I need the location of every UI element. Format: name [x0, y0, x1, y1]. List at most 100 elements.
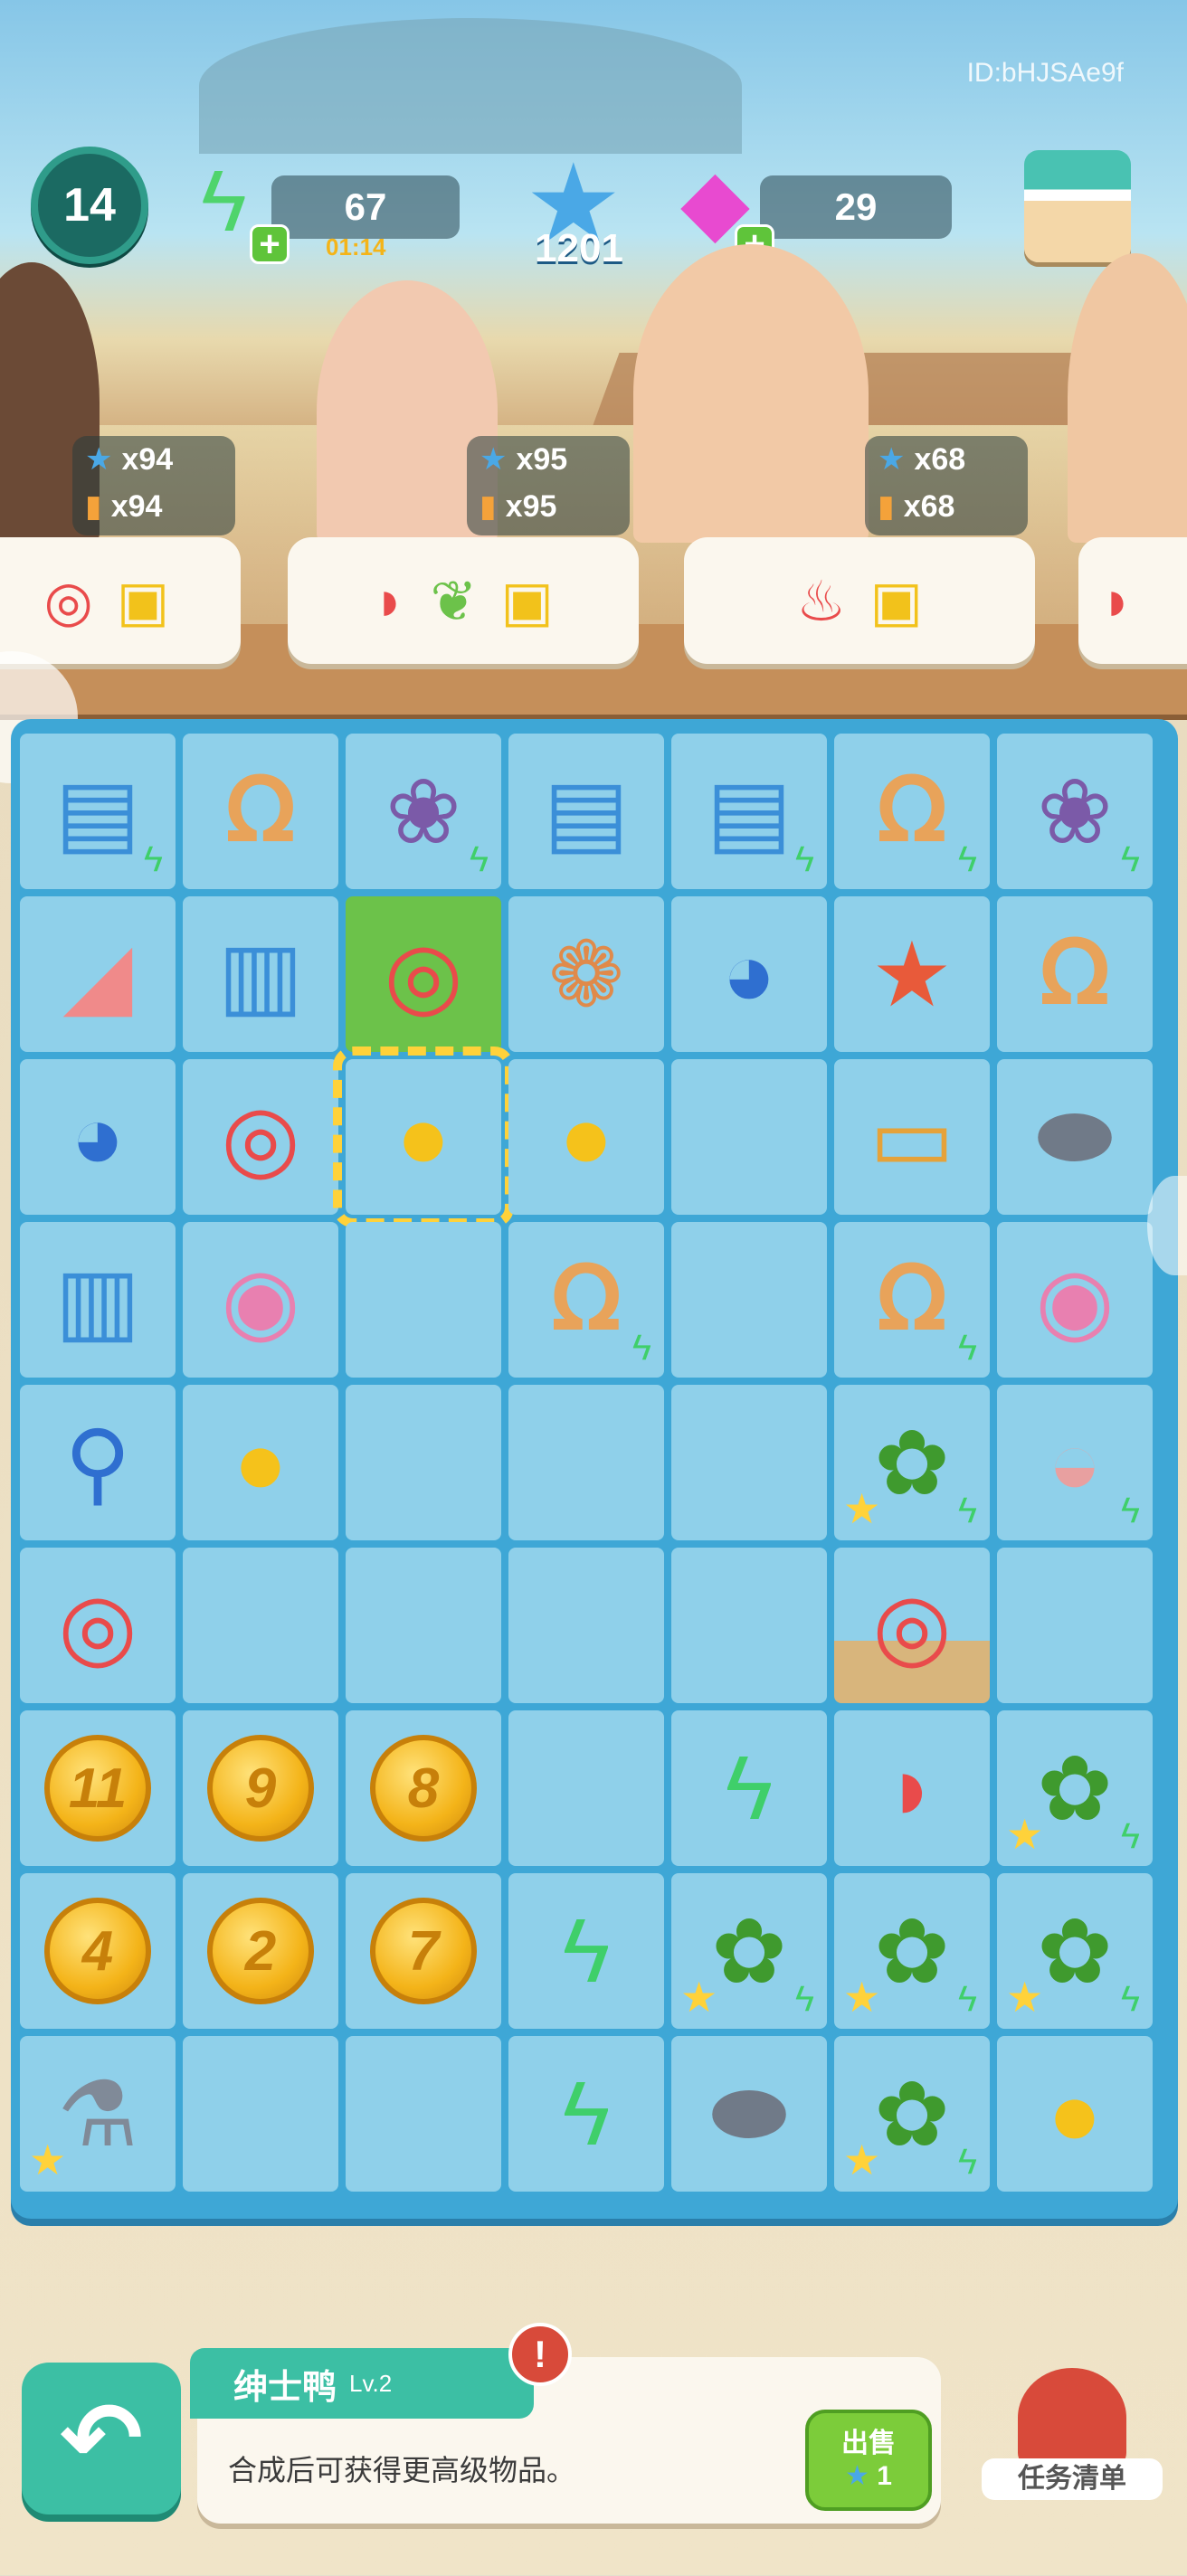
board-cell[interactable]: ✿ ϟ ★ [834, 2036, 990, 2192]
order-card[interactable]: ♨ ▣ [684, 537, 1035, 664]
board-cell[interactable] [671, 1548, 827, 1703]
beach-cart-icon: ▤ [54, 761, 141, 863]
gem-count: 29 [834, 185, 878, 228]
star-count: 1201 [535, 226, 623, 270]
board-cell[interactable] [346, 1385, 501, 1540]
add-energy-button[interactable]: + [250, 224, 290, 264]
board-cell[interactable]: 𝛀ϟ [508, 1222, 664, 1378]
board-cell[interactable]: ❀ ϟ [346, 734, 501, 889]
board-cell[interactable]: ● [333, 1046, 514, 1227]
sell-button[interactable]: 出售 ★ 1 [805, 2410, 932, 2511]
beach-cart-icon: ▤ [706, 761, 793, 863]
board-cell[interactable]: 2 [183, 1873, 338, 2029]
board-cell[interactable] [508, 1385, 664, 1540]
order-card[interactable]: ◎ ▣ [0, 537, 241, 664]
board-cell[interactable]: ◢ [20, 896, 176, 1052]
truck-icon: ▣ [116, 570, 170, 633]
board-cell[interactable]: ▤ ϟ [20, 734, 176, 889]
board-cell[interactable]: ⬬ [671, 2036, 827, 2192]
board-cell[interactable] [508, 1548, 664, 1703]
board-cell[interactable]: ❁ [508, 896, 664, 1052]
board-cell[interactable]: ⚲ [20, 1385, 176, 1540]
drink-icon: ▮ [480, 489, 497, 524]
requirement-count: x94 [121, 441, 174, 477]
swim-ring-icon: ◎ [384, 923, 463, 1026]
board-cell[interactable]: 𝛀ϟ [834, 734, 990, 889]
board-cell[interactable]: ◎ [20, 1548, 176, 1703]
board-cell[interactable]: ● [997, 2036, 1153, 2192]
board-cell[interactable]: ● [508, 1059, 664, 1215]
board-cell[interactable]: ◉ [997, 1222, 1153, 1378]
board-cell[interactable]: ● [183, 1385, 338, 1540]
board-cell[interactable] [508, 1710, 664, 1866]
board-cell[interactable] [346, 1222, 501, 1378]
board-cell[interactable]: ϟ [508, 1873, 664, 2029]
board-cell[interactable] [183, 1548, 338, 1703]
board-cell[interactable]: ✿ ϟ ★ [997, 1710, 1153, 1866]
board-cell[interactable]: 𝛀ϟ [834, 1222, 990, 1378]
coin-icon: 9 [207, 1735, 314, 1842]
board-cell[interactable]: ▥ [183, 896, 338, 1052]
board-cell[interactable]: ◉ [183, 1222, 338, 1378]
board-cell[interactable]: 4 [20, 1873, 176, 2029]
board-cell[interactable]: ◕ [20, 1059, 176, 1215]
board-cell[interactable]: 11 [20, 1710, 176, 1866]
truck-icon: ▣ [869, 570, 924, 633]
board-cell[interactable]: ★ [834, 896, 990, 1052]
board-cell[interactable]: ✿ ϟ ★ [671, 1873, 827, 2029]
board-cell[interactable]: ▤ [508, 734, 664, 889]
board-cell[interactable] [671, 1222, 827, 1378]
board-cell[interactable] [997, 1548, 1153, 1703]
requirement-count: x95 [505, 488, 557, 524]
board-cell[interactable] [671, 1059, 827, 1215]
star-badge-icon: ★ [843, 2136, 881, 2183]
energy-badge-icon: ϟ [957, 1328, 977, 1368]
watering-can-icon: ▥ [54, 1249, 141, 1351]
board-cell[interactable]: 𝛀 [183, 734, 338, 889]
board-cell[interactable]: ✿ ϟ ★ [834, 1873, 990, 2029]
board-cell[interactable]: 7 [346, 1873, 501, 2029]
board-cell[interactable]: 𝛀 [997, 896, 1153, 1052]
character-requirements: ★ x95 ▮ x95 [467, 436, 630, 535]
board-cell[interactable]: ▤ ϟ [671, 734, 827, 889]
board-cell[interactable]: ⚗ ★ [20, 2036, 176, 2192]
board-cell[interactable]: ◕ [671, 896, 827, 1052]
shell-icon: 𝛀 [1039, 923, 1111, 1024]
level-badge[interactable]: 14 [31, 147, 148, 264]
board-cell[interactable] [183, 2036, 338, 2192]
back-button[interactable]: ↶ [22, 2363, 181, 2514]
board-cell[interactable]: ◎ [834, 1548, 990, 1703]
sell-price: 1 [877, 2461, 892, 2491]
seashell-icon: ◢ [62, 923, 133, 1026]
board-cell[interactable]: ◎ [183, 1059, 338, 1215]
character-portrait[interactable] [633, 244, 869, 543]
board-cell[interactable]: ▥ [20, 1222, 176, 1378]
board-cell[interactable]: ◗ [834, 1710, 990, 1866]
board-cell[interactable]: ❀ ϟ [997, 734, 1153, 889]
order-card[interactable]: ◗ ❦ ▣ [288, 537, 639, 664]
board-cell[interactable] [346, 1548, 501, 1703]
energy-bar[interactable]: 67 [271, 175, 460, 239]
truck-icon: ▣ [500, 570, 554, 633]
board-cell[interactable]: ◎ ✔ [346, 896, 501, 1052]
board-cell[interactable] [671, 1385, 827, 1540]
board-cell[interactable]: ▭ [834, 1059, 990, 1215]
board-cell[interactable] [346, 2036, 501, 2192]
task-list-button[interactable]: 任务清单 [982, 2368, 1163, 2504]
energy-count: 67 [344, 185, 387, 228]
energy-badge-icon: ϟ [957, 1979, 977, 2019]
board-cell[interactable]: ⬬ [997, 1059, 1153, 1215]
energy-badge-icon: ϟ [1120, 1816, 1140, 1856]
watermelon-icon: ◗ [373, 569, 407, 632]
board-cell[interactable]: ✿ ϟ ★ [834, 1385, 990, 1540]
board-cell[interactable]: ✿ ϟ ★ [997, 1873, 1153, 2029]
order-card[interactable]: ◗ [1078, 537, 1187, 664]
board-cell[interactable]: ϟ [508, 2036, 664, 2192]
shop-button[interactable] [1024, 150, 1131, 262]
board-cell[interactable]: 8 [346, 1710, 501, 1866]
board-cell[interactable]: 9 [183, 1710, 338, 1866]
energy-badge-icon: ϟ [957, 2142, 977, 2182]
gem-bar[interactable]: 29 [760, 175, 952, 239]
board-cell[interactable]: ◒ ϟ [997, 1385, 1153, 1540]
board-cell[interactable]: ϟ [671, 1710, 827, 1866]
